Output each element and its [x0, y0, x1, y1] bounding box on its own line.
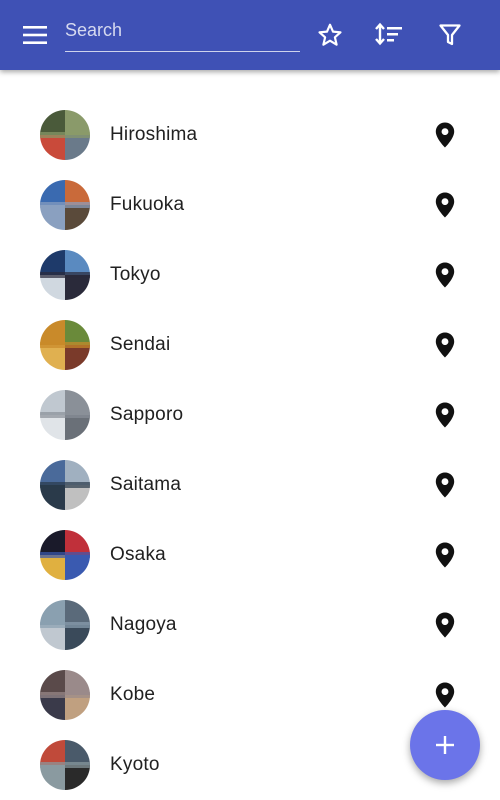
- city-thumbnail: [40, 670, 90, 720]
- map-marker-icon[interactable]: [432, 402, 458, 428]
- search-input[interactable]: [65, 14, 300, 46]
- city-thumbnail: [40, 320, 90, 370]
- add-button[interactable]: [410, 710, 480, 780]
- city-name: Kyoto: [110, 754, 160, 775]
- city-thumbnail: [40, 530, 90, 580]
- list-item[interactable]: Hiroshima: [0, 100, 500, 170]
- plus-icon: [436, 736, 454, 754]
- list-item[interactable]: Osaka: [0, 520, 500, 590]
- city-name: Tokyo: [110, 264, 161, 285]
- map-marker-icon[interactable]: [432, 682, 458, 708]
- app-screen: Hiroshima Fukuoka Tokyo Sendai Sapporo Saitam…: [0, 0, 500, 800]
- app-bar: [0, 0, 500, 70]
- map-marker-icon[interactable]: [432, 122, 458, 148]
- map-marker-icon[interactable]: [432, 612, 458, 638]
- map-marker-icon[interactable]: [432, 542, 458, 568]
- city-name: Kobe: [110, 684, 156, 705]
- map-marker-icon[interactable]: [432, 332, 458, 358]
- city-name: Nagoya: [110, 614, 177, 635]
- city-name: Sapporo: [110, 404, 184, 425]
- filter-icon[interactable]: [433, 18, 467, 52]
- map-marker-icon[interactable]: [432, 262, 458, 288]
- list-item[interactable]: Tokyo: [0, 240, 500, 310]
- sort-icon[interactable]: [372, 18, 406, 52]
- city-thumbnail: [40, 600, 90, 650]
- list-item[interactable]: Fukuoka: [0, 170, 500, 240]
- city-thumbnail: [40, 740, 90, 790]
- list-item[interactable]: Saitama: [0, 450, 500, 520]
- city-thumbnail: [40, 250, 90, 300]
- city-name: Sendai: [110, 334, 171, 355]
- city-thumbnail: [40, 110, 90, 160]
- list-item[interactable]: Sapporo: [0, 380, 500, 450]
- city-name: Fukuoka: [110, 194, 185, 215]
- menu-icon[interactable]: [18, 20, 52, 50]
- list-item[interactable]: Sendai: [0, 310, 500, 380]
- city-thumbnail: [40, 390, 90, 440]
- city-list: Hiroshima Fukuoka Tokyo Sendai Sapporo Saitam…: [0, 100, 500, 800]
- city-name: Osaka: [110, 544, 166, 565]
- city-name: Saitama: [110, 474, 182, 495]
- map-marker-icon[interactable]: [432, 192, 458, 218]
- map-marker-icon[interactable]: [432, 472, 458, 498]
- list-item[interactable]: Nagoya: [0, 590, 500, 660]
- star-outline-icon[interactable]: [313, 18, 347, 52]
- city-thumbnail: [40, 460, 90, 510]
- city-name: Hiroshima: [110, 124, 198, 145]
- city-thumbnail: [40, 180, 90, 230]
- search-field: [65, 14, 300, 52]
